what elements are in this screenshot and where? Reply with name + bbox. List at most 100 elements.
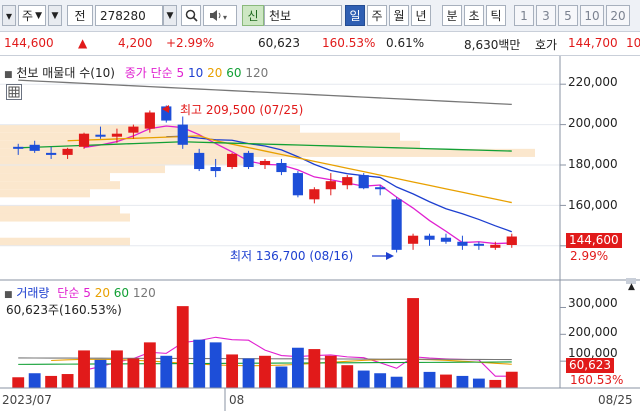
interval-5-button[interactable]: 5 bbox=[558, 5, 578, 26]
price-axis-label: 160,000 bbox=[568, 198, 618, 212]
volume-bar bbox=[28, 373, 41, 388]
tab-day[interactable]: 일 bbox=[345, 5, 365, 26]
volume-bar bbox=[193, 339, 206, 388]
volume-bar bbox=[505, 371, 518, 388]
tab-week-label: 주 bbox=[371, 9, 383, 23]
tab-month-label: 월 bbox=[393, 9, 405, 23]
code-dropdown-button[interactable]: ▼ bbox=[163, 5, 177, 26]
dropdown-arrow-button[interactable]: ▼ bbox=[48, 5, 62, 26]
candle-body bbox=[259, 160, 271, 165]
grid-toggle-icon[interactable] bbox=[6, 84, 22, 100]
stock-code-input[interactable]: 278280 bbox=[95, 5, 163, 26]
volume-legend-name: 거래량 bbox=[16, 286, 50, 300]
volume-bar bbox=[390, 376, 403, 388]
interval-10-button[interactable]: 10 bbox=[580, 5, 604, 26]
volume-legend-ma20: 20 bbox=[94, 286, 110, 300]
candle-body bbox=[440, 237, 452, 242]
volume-bar bbox=[94, 359, 107, 388]
volume-bar bbox=[489, 379, 502, 388]
period-select[interactable]: 주 ▼ bbox=[18, 5, 46, 26]
volume-axis-label: 200,000 bbox=[568, 325, 618, 339]
current-price-pct-tag: 2.99% bbox=[570, 249, 609, 263]
candle-body bbox=[177, 124, 188, 145]
volume-profile-band bbox=[0, 165, 165, 174]
new-badge: 신 bbox=[242, 5, 264, 26]
legend-square-icon: ■ bbox=[4, 290, 13, 300]
volume-bar bbox=[226, 354, 239, 388]
price-legend: ■ 천보 매물대 수(10) 종가 단순 5 10 20 60 120 bbox=[4, 64, 268, 81]
legend-ma-label: 종가 단순 bbox=[124, 66, 173, 80]
volume-bar bbox=[341, 365, 354, 388]
legend-ma60: 60 bbox=[226, 66, 242, 80]
volume-bar bbox=[456, 375, 469, 388]
volume-legend: ■ 거래량 단순 5 20 60 120 bbox=[4, 284, 156, 301]
interval-1-button[interactable]: 1 bbox=[514, 5, 534, 26]
candle-body bbox=[276, 162, 287, 173]
candle-body bbox=[128, 126, 139, 133]
price-chart[interactable] bbox=[0, 56, 640, 411]
candle-body bbox=[46, 152, 57, 155]
candle-body bbox=[457, 241, 468, 246]
volume-bar bbox=[111, 350, 123, 388]
tab-second-label: 초 bbox=[468, 9, 480, 23]
tab-day-label: 일 bbox=[349, 9, 361, 23]
current-price: 144,600 bbox=[4, 36, 54, 50]
stock-code-value: 278280 bbox=[100, 8, 146, 23]
interval-3-label: 3 bbox=[542, 8, 550, 23]
volume-bar bbox=[291, 347, 304, 388]
tab-year[interactable]: 년 bbox=[411, 5, 431, 26]
interval-1-label: 1 bbox=[520, 8, 528, 23]
candle-body bbox=[391, 199, 402, 250]
search-icon[interactable] bbox=[181, 5, 201, 26]
tab-week[interactable]: 주 bbox=[367, 5, 387, 26]
svg-text:▾: ▾ bbox=[223, 13, 227, 22]
volume-bar bbox=[472, 378, 485, 388]
candle-body bbox=[490, 244, 501, 248]
volume-bar bbox=[308, 349, 321, 388]
volume-profile-band bbox=[0, 181, 120, 190]
candle-body bbox=[292, 173, 304, 196]
volume-bar bbox=[324, 355, 337, 388]
tab-second[interactable]: 초 bbox=[464, 5, 484, 26]
stock-name-value: 천보 bbox=[269, 9, 292, 23]
volume-bar bbox=[127, 358, 140, 388]
menu-toggle-button[interactable]: ▾ bbox=[2, 5, 16, 26]
speaker-icon[interactable]: ▾ bbox=[203, 5, 237, 26]
volume-bar bbox=[45, 375, 58, 388]
volume-profile-band bbox=[0, 189, 90, 198]
volume-bar bbox=[242, 358, 255, 388]
volume-bar bbox=[423, 371, 436, 388]
candle-body bbox=[375, 187, 386, 190]
interval-20-button[interactable]: 20 bbox=[606, 5, 630, 26]
candle-body bbox=[78, 133, 90, 147]
trade-amount: 8,630백만 bbox=[464, 38, 521, 52]
tab-tick-label: 틱 bbox=[490, 9, 502, 23]
tab-month[interactable]: 월 bbox=[389, 5, 409, 26]
turnover-pct: 0.61% bbox=[386, 36, 425, 50]
tab-minute[interactable]: 분 bbox=[442, 5, 462, 26]
volume-bar bbox=[209, 342, 222, 388]
candle-body bbox=[506, 236, 517, 245]
prev-button[interactable]: 전 bbox=[67, 5, 93, 26]
ask-label: 호가 bbox=[535, 38, 558, 52]
volume-bar bbox=[160, 355, 173, 388]
legend-profile: 매물대 bbox=[42, 66, 76, 80]
price-axis-label: 180,000 bbox=[568, 157, 618, 171]
legend-ma10: 10 bbox=[188, 66, 204, 80]
legend-ma120: 120 bbox=[245, 66, 269, 80]
candle-body bbox=[194, 152, 205, 170]
candle-body bbox=[226, 153, 238, 168]
interval-3-button[interactable]: 3 bbox=[536, 5, 556, 26]
stock-name-field[interactable]: 천보 bbox=[264, 5, 342, 26]
volume-bar bbox=[374, 373, 387, 388]
volume-bar bbox=[78, 350, 90, 388]
expand-arrow-icon[interactable]: ▲ bbox=[628, 282, 635, 292]
volume-bar bbox=[12, 377, 25, 388]
tab-tick[interactable]: 틱 bbox=[486, 5, 506, 26]
volume-bar bbox=[176, 306, 189, 388]
volume-legend-ma60: 60 bbox=[113, 286, 130, 300]
candle-body bbox=[424, 235, 435, 240]
candle-body bbox=[342, 177, 353, 186]
prev-label: 전 bbox=[74, 9, 86, 23]
volume-pct: 160.53% bbox=[322, 36, 376, 50]
